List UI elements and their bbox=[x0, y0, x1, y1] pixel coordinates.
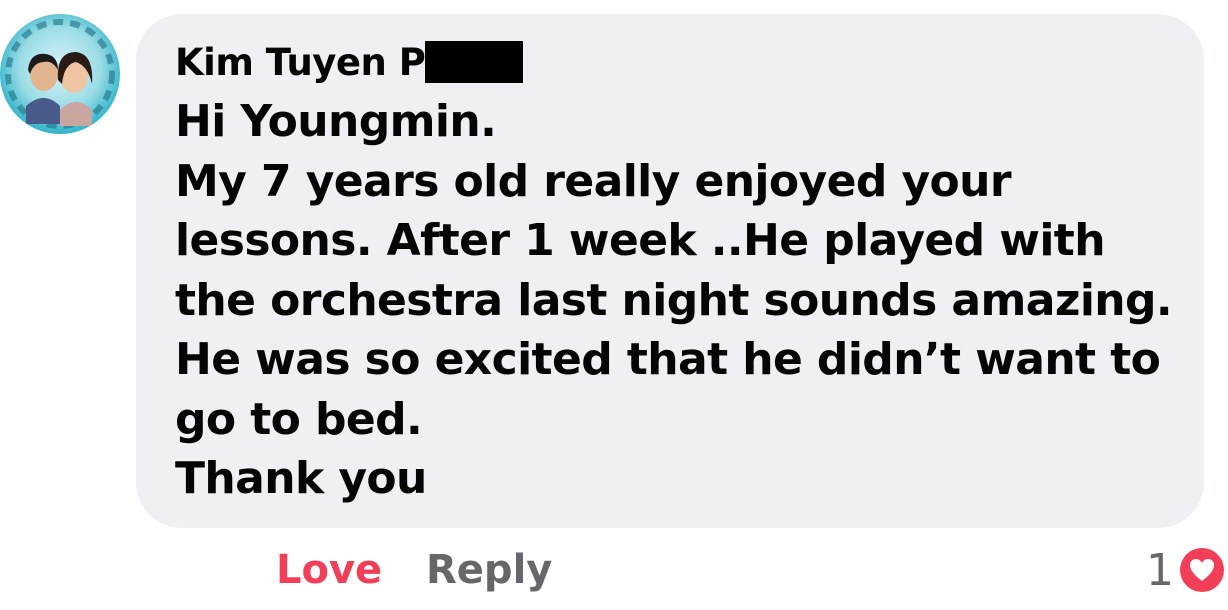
comment-line: Thank you bbox=[175, 453, 427, 504]
comment-author[interactable]: Kim Tuyen P bbox=[175, 36, 524, 88]
love-button[interactable]: Love bbox=[276, 540, 382, 600]
redaction-bar bbox=[425, 41, 524, 83]
author-name[interactable]: Kim Tuyen P bbox=[175, 41, 426, 84]
comment-line: go to bed. bbox=[175, 393, 423, 445]
comment-text: Hi Youngmin. My 7 years old really enjoy… bbox=[175, 92, 1185, 509]
comment-line: lessons. After 1 week ..He played with bbox=[175, 215, 1106, 266]
comment-line: the orchestra last night sounds amazing. bbox=[175, 274, 1173, 326]
reaction-count: 1 bbox=[1146, 544, 1174, 596]
avatar[interactable] bbox=[0, 14, 120, 134]
reaction-summary[interactable]: 1 bbox=[1146, 540, 1224, 600]
heart-icon bbox=[1180, 548, 1224, 592]
comment-line: He was so excited that he didn’t want to bbox=[175, 334, 1161, 385]
comment-line: My 7 years old really enjoyed your bbox=[175, 155, 1012, 207]
comment-container: Kim Tuyen P Hi Youngmin. My 7 years old … bbox=[0, 0, 1228, 610]
avatar-photo bbox=[5, 19, 115, 129]
comment-line: Hi Youngmin. bbox=[175, 96, 497, 147]
reply-button[interactable]: Reply bbox=[426, 540, 552, 600]
